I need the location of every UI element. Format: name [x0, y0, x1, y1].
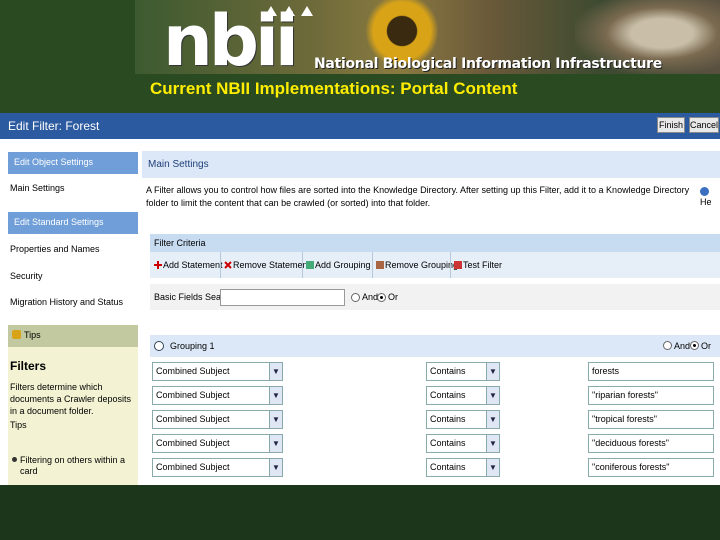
test-filter-icon	[454, 261, 462, 269]
main-settings-header: Main Settings	[142, 151, 720, 178]
chevron-down-icon: ▼	[269, 435, 282, 452]
field-select[interactable]: Combined Subject ▼	[152, 458, 283, 477]
basic-fields-search-row: Basic Fields Search: And Or	[150, 284, 720, 310]
add-grouping-icon	[306, 261, 314, 269]
chevron-down-icon: ▼	[486, 411, 499, 428]
finish-button[interactable]: Finish	[657, 117, 685, 133]
add-statement-button[interactable]: Add Statement	[154, 258, 223, 272]
tips-subheading: Tips	[10, 420, 27, 430]
standard-settings-header: Edit Standard Settings	[8, 212, 138, 234]
main-panel: Main Settings A Filter allows you to con…	[142, 151, 720, 485]
window-titlebar: Edit Filter: Forest Finish Cancel	[0, 113, 720, 139]
value-input[interactable]: "coniferous forests"	[588, 458, 714, 477]
field-select[interactable]: Combined Subject ▼	[152, 410, 283, 429]
sidebar-item-main-settings[interactable]: Main Settings	[10, 183, 65, 193]
chevron-down-icon: ▼	[486, 363, 499, 380]
add-icon	[154, 261, 162, 269]
value-input[interactable]: "deciduous forests"	[588, 434, 714, 453]
value-input[interactable]: forests	[588, 362, 714, 381]
cancel-button[interactable]: Cancel	[689, 117, 719, 133]
remove-icon	[224, 261, 232, 269]
and-radio[interactable]	[351, 293, 360, 302]
toolbar-divider	[372, 252, 373, 278]
edit-filter-window: Edit Filter: Forest Finish Cancel Edit O…	[0, 113, 720, 485]
operator-select[interactable]: Contains ▼	[426, 458, 500, 477]
tree-spires-icon	[265, 6, 315, 26]
grouping-label: Grouping 1	[170, 341, 215, 351]
grouping-and-radio[interactable]	[663, 341, 672, 350]
chevron-down-icon: ▼	[269, 363, 282, 380]
sidebar-item-security[interactable]: Security	[10, 271, 43, 281]
filters-heading: Filters	[10, 359, 47, 373]
operator-select[interactable]: Contains ▼	[426, 362, 500, 381]
slide-title: Current NBII Implementations: Portal Con…	[150, 79, 518, 98]
slide-footer	[0, 485, 720, 540]
collapse-icon[interactable]	[154, 341, 164, 351]
criteria-toolbar: Add Statement Remove Statement Add Group…	[150, 252, 720, 278]
filter-description: A Filter allows you to control how files…	[146, 185, 690, 208]
sidebar: Edit Object Settings Main Settings Edit …	[0, 139, 140, 485]
or-radio-label: Or	[388, 292, 398, 302]
object-settings-header: Edit Object Settings	[8, 152, 138, 174]
tip-link[interactable]: Filtering on others within a card	[12, 455, 136, 477]
help-icon	[700, 187, 709, 196]
chevron-down-icon: ▼	[269, 387, 282, 404]
window-title: Edit Filter: Forest	[8, 119, 100, 133]
or-radio[interactable]	[377, 293, 386, 302]
tips-icon	[12, 330, 21, 339]
toolbar-divider	[450, 252, 451, 278]
value-input[interactable]: "tropical forests"	[588, 410, 714, 429]
field-select[interactable]: Combined Subject ▼	[152, 386, 283, 405]
grouping-or-label: Or	[701, 341, 711, 351]
banner-subtitle: National Biological Information Infrastr…	[314, 56, 662, 72]
operator-select[interactable]: Contains ▼	[426, 410, 500, 429]
grouping-and-label: And	[674, 341, 691, 351]
chevron-down-icon: ▼	[486, 459, 499, 476]
basic-fields-search-input[interactable]	[220, 289, 345, 306]
help-link[interactable]: He	[700, 187, 720, 207]
tips-header: Tips	[8, 325, 138, 347]
toolbar-divider	[302, 252, 303, 278]
and-radio-label: And	[362, 292, 379, 302]
chevron-down-icon: ▼	[486, 387, 499, 404]
grouping-or-radio[interactable]	[690, 341, 699, 350]
field-select[interactable]: Combined Subject ▼	[152, 362, 283, 381]
filters-description: Filters determine which documents a Craw…	[10, 382, 132, 416]
sidebar-item-migration[interactable]: Migration History and Status	[10, 297, 123, 307]
remove-grouping-button[interactable]: Remove Grouping	[376, 258, 458, 272]
value-input[interactable]: "riparian forests"	[588, 386, 714, 405]
chevron-down-icon: ▼	[269, 459, 282, 476]
nbii-banner: nbii National Biological Information Inf…	[0, 0, 720, 113]
chevron-down-icon: ▼	[486, 435, 499, 452]
remove-grouping-icon	[376, 261, 384, 269]
field-select[interactable]: Combined Subject ▼	[152, 434, 283, 453]
sidebar-item-properties[interactable]: Properties and Names	[10, 244, 100, 254]
tips-panel: Tips Filters Filters determine which doc…	[8, 325, 138, 485]
toolbar-divider	[220, 252, 221, 278]
operator-select[interactable]: Contains ▼	[426, 434, 500, 453]
grouping-header: Grouping 1 And Or	[150, 335, 720, 357]
bullet-icon	[12, 457, 17, 462]
remove-statement-button[interactable]: Remove Statement	[224, 258, 310, 272]
test-filter-button[interactable]: Test Filter	[454, 258, 502, 272]
chevron-down-icon: ▼	[269, 411, 282, 428]
add-grouping-button[interactable]: Add Grouping	[306, 258, 371, 272]
filter-criteria-header: Filter Criteria	[150, 234, 720, 252]
operator-select[interactable]: Contains ▼	[426, 386, 500, 405]
